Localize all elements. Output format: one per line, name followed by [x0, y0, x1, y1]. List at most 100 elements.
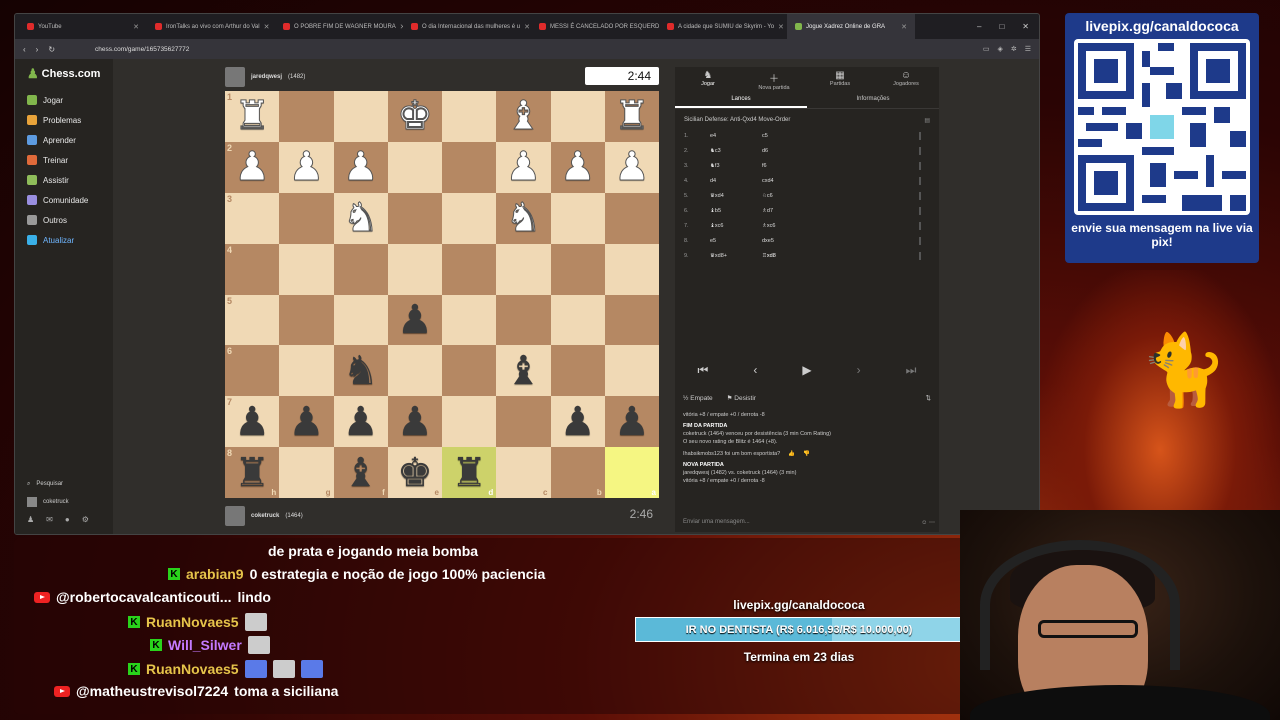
- black-move[interactable]: ♗d7: [762, 208, 822, 214]
- board-square[interactable]: ♚ e: [387, 447, 442, 498]
- board-square[interactable]: ♞: [333, 192, 388, 244]
- black-move[interactable]: ♘c6: [762, 193, 822, 199]
- board-square[interactable]: [442, 192, 497, 244]
- book-icon[interactable]: ▤: [924, 117, 930, 124]
- subtab-moves[interactable]: Lances: [675, 93, 807, 108]
- sidebar-item-jogar[interactable]: Jogar: [15, 90, 113, 110]
- board-square[interactable]: [387, 141, 442, 193]
- chess-piece[interactable]: ♝: [343, 453, 379, 493]
- board-square[interactable]: [279, 192, 334, 244]
- black-move[interactable]: f6: [762, 163, 822, 169]
- board-square[interactable]: g: [279, 447, 334, 498]
- chess-piece[interactable]: ♟: [614, 402, 650, 442]
- browser-tab[interactable]: O dia Internacional das mulheres é u ✕: [403, 14, 531, 39]
- bell-icon[interactable]: ●: [65, 515, 70, 524]
- board-square[interactable]: [550, 192, 605, 244]
- friends-icon[interactable]: ♟: [27, 515, 34, 524]
- sidebar-item-aprender[interactable]: Aprender: [15, 130, 113, 150]
- mail-icon[interactable]: ✉: [46, 515, 53, 524]
- board-square[interactable]: ♝: [496, 91, 551, 142]
- close-icon[interactable]: ✕: [1022, 22, 1029, 31]
- board-square[interactable]: ♜ 1: [225, 91, 280, 142]
- board-square[interactable]: ♟: [279, 141, 334, 193]
- forward-icon[interactable]: ›: [36, 45, 39, 54]
- board-square[interactable]: ♞: [496, 192, 551, 244]
- chess-piece[interactable]: ♜: [451, 453, 487, 493]
- resign-button[interactable]: ⚑ Desistir: [727, 394, 756, 402]
- tab-close-icon[interactable]: ✕: [901, 23, 907, 31]
- chess-piece[interactable]: ♟: [342, 147, 379, 188]
- tab-close-icon[interactable]: ✕: [778, 23, 784, 31]
- board-square[interactable]: b: [550, 447, 605, 498]
- play-icon[interactable]: ▶: [802, 363, 811, 378]
- chess-piece[interactable]: ♜: [613, 96, 650, 137]
- board-square[interactable]: ♜: [604, 91, 659, 142]
- chess-piece[interactable]: ♟: [559, 147, 596, 188]
- board-square[interactable]: ♟: [604, 396, 659, 448]
- chess-piece[interactable]: ♞: [343, 351, 379, 391]
- white-move[interactable]: ♞f3: [710, 163, 762, 169]
- tab-close-icon[interactable]: ✕: [524, 23, 530, 31]
- sidebar-item-assistir[interactable]: Assistir: [15, 170, 113, 190]
- board-square[interactable]: [604, 192, 659, 244]
- black-move[interactable]: ♗xc6: [762, 223, 822, 229]
- chat-input[interactable]: Enviar uma mensagem... ☺ ⋯: [679, 515, 935, 529]
- chess-piece[interactable]: ♟: [560, 402, 596, 442]
- board-square[interactable]: ♟ 2: [225, 141, 280, 193]
- board-square[interactable]: ♟: [604, 141, 659, 193]
- board-square[interactable]: 6: [225, 345, 280, 397]
- board-square[interactable]: [333, 243, 388, 295]
- board-square[interactable]: [604, 294, 659, 346]
- thumbs-up-icon[interactable]: 👍: [788, 450, 795, 458]
- flip-board-icon[interactable]: ⇅: [926, 394, 931, 402]
- board-square[interactable]: ♟: [333, 396, 388, 448]
- browser-tab[interactable]: IronTalks ao vivo com Arthur do Val ✕: [147, 14, 275, 39]
- chess-piece[interactable]: ♟: [343, 402, 379, 442]
- board-square[interactable]: [550, 345, 605, 397]
- maximize-icon[interactable]: □: [999, 22, 1004, 31]
- board-square[interactable]: ♟: [279, 396, 334, 448]
- white-move[interactable]: ♛xd4: [710, 193, 762, 199]
- chess-piece[interactable]: ♟: [234, 147, 271, 188]
- board-square[interactable]: ♟: [333, 141, 388, 193]
- board-square[interactable]: ♞: [333, 345, 388, 397]
- white-move[interactable]: ♝xc6: [710, 223, 762, 229]
- chess-piece[interactable]: ♜: [234, 96, 271, 137]
- board-square[interactable]: [279, 345, 334, 397]
- browser-tab[interactable]: O POBRE FIM DE WAGNER MOURA✕: [275, 14, 403, 39]
- top-player-name[interactable]: jaredqwesj: [251, 74, 282, 80]
- chess-piece[interactable]: ♟: [505, 147, 542, 188]
- board-square[interactable]: [442, 91, 497, 142]
- gear-icon[interactable]: ⚙: [82, 515, 89, 524]
- board-square[interactable]: [333, 91, 388, 142]
- board-square[interactable]: [387, 243, 442, 295]
- board-square[interactable]: [387, 345, 442, 397]
- chesscom-logo[interactable]: ♟ Chess.com: [15, 59, 113, 82]
- board-square[interactable]: 5: [225, 294, 280, 346]
- board-square[interactable]: [442, 345, 497, 397]
- first-move-icon[interactable]: ⏮: [698, 363, 709, 378]
- board-square[interactable]: [387, 192, 442, 244]
- board-square[interactable]: [333, 294, 388, 346]
- black-move[interactable]: dxe5: [762, 238, 822, 244]
- chess-piece[interactable]: ♚: [396, 96, 433, 137]
- board-square[interactable]: [279, 243, 334, 295]
- emoji-icon[interactable]: ☺ ⋯: [921, 519, 935, 526]
- board-square[interactable]: ♝ f: [333, 447, 388, 498]
- board-square[interactable]: a: [604, 447, 659, 498]
- board-square[interactable]: [279, 294, 334, 346]
- board-square[interactable]: ♟ 7: [225, 396, 280, 448]
- chess-piece[interactable]: ♟: [234, 402, 270, 442]
- board-square[interactable]: ♝: [496, 345, 551, 397]
- board-square[interactable]: [496, 396, 551, 448]
- back-icon[interactable]: ‹: [23, 45, 26, 54]
- board-square[interactable]: 4: [225, 243, 280, 295]
- next-move-icon[interactable]: ›: [857, 363, 861, 378]
- board-square[interactable]: [604, 243, 659, 295]
- sidebar-item-problemas[interactable]: Problemas: [15, 110, 113, 130]
- chess-piece[interactable]: ♟: [397, 300, 433, 340]
- board-square[interactable]: ♟: [550, 396, 605, 448]
- board-square[interactable]: [550, 294, 605, 346]
- board-square[interactable]: [442, 141, 497, 193]
- board-square[interactable]: ♜ 8 h: [225, 447, 280, 498]
